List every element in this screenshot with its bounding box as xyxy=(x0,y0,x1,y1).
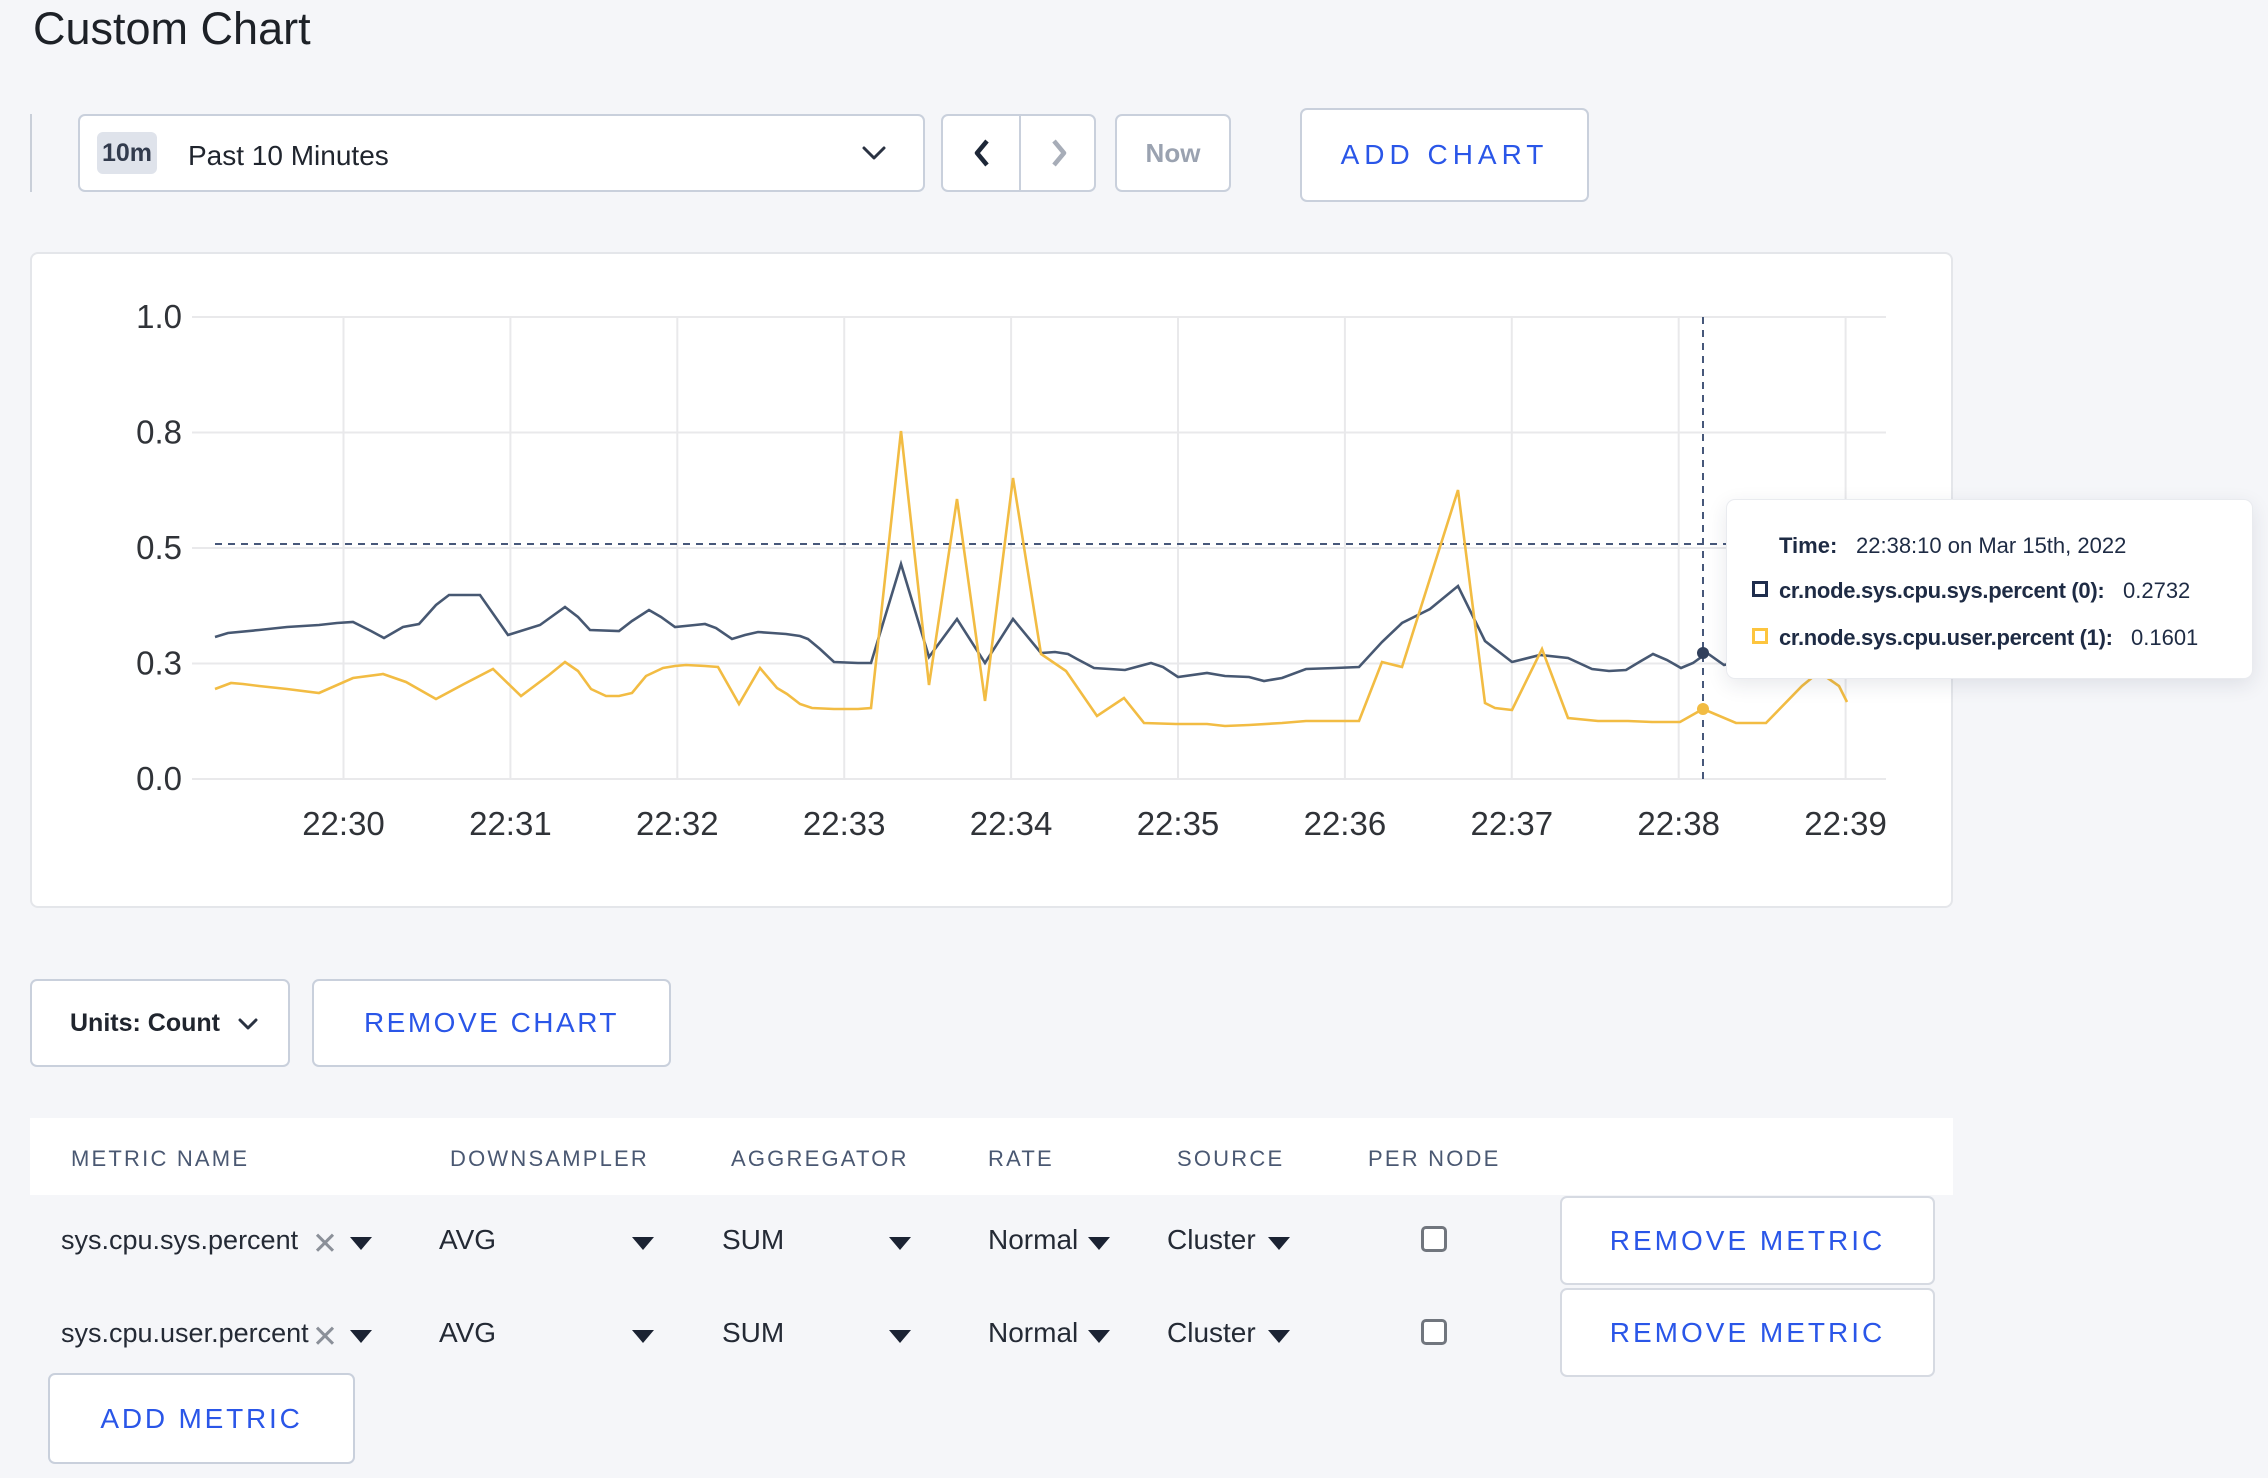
svg-text:22:34: 22:34 xyxy=(970,805,1053,842)
svg-text:22:35: 22:35 xyxy=(1137,805,1220,842)
svg-text:0.8: 0.8 xyxy=(136,414,182,451)
svg-text:22:32: 22:32 xyxy=(636,805,719,842)
svg-text:22:39: 22:39 xyxy=(1804,805,1887,842)
svg-text:22:31: 22:31 xyxy=(469,805,552,842)
svg-text:1.0: 1.0 xyxy=(136,298,182,335)
svg-text:22:30: 22:30 xyxy=(302,805,385,842)
svg-text:22:33: 22:33 xyxy=(803,805,886,842)
svg-text:22:36: 22:36 xyxy=(1304,805,1387,842)
svg-text:22:37: 22:37 xyxy=(1471,805,1554,842)
svg-text:0.0: 0.0 xyxy=(136,760,182,797)
svg-text:0.3: 0.3 xyxy=(136,645,182,682)
svg-text:0.5: 0.5 xyxy=(136,529,182,566)
svg-text:22:38: 22:38 xyxy=(1637,805,1720,842)
